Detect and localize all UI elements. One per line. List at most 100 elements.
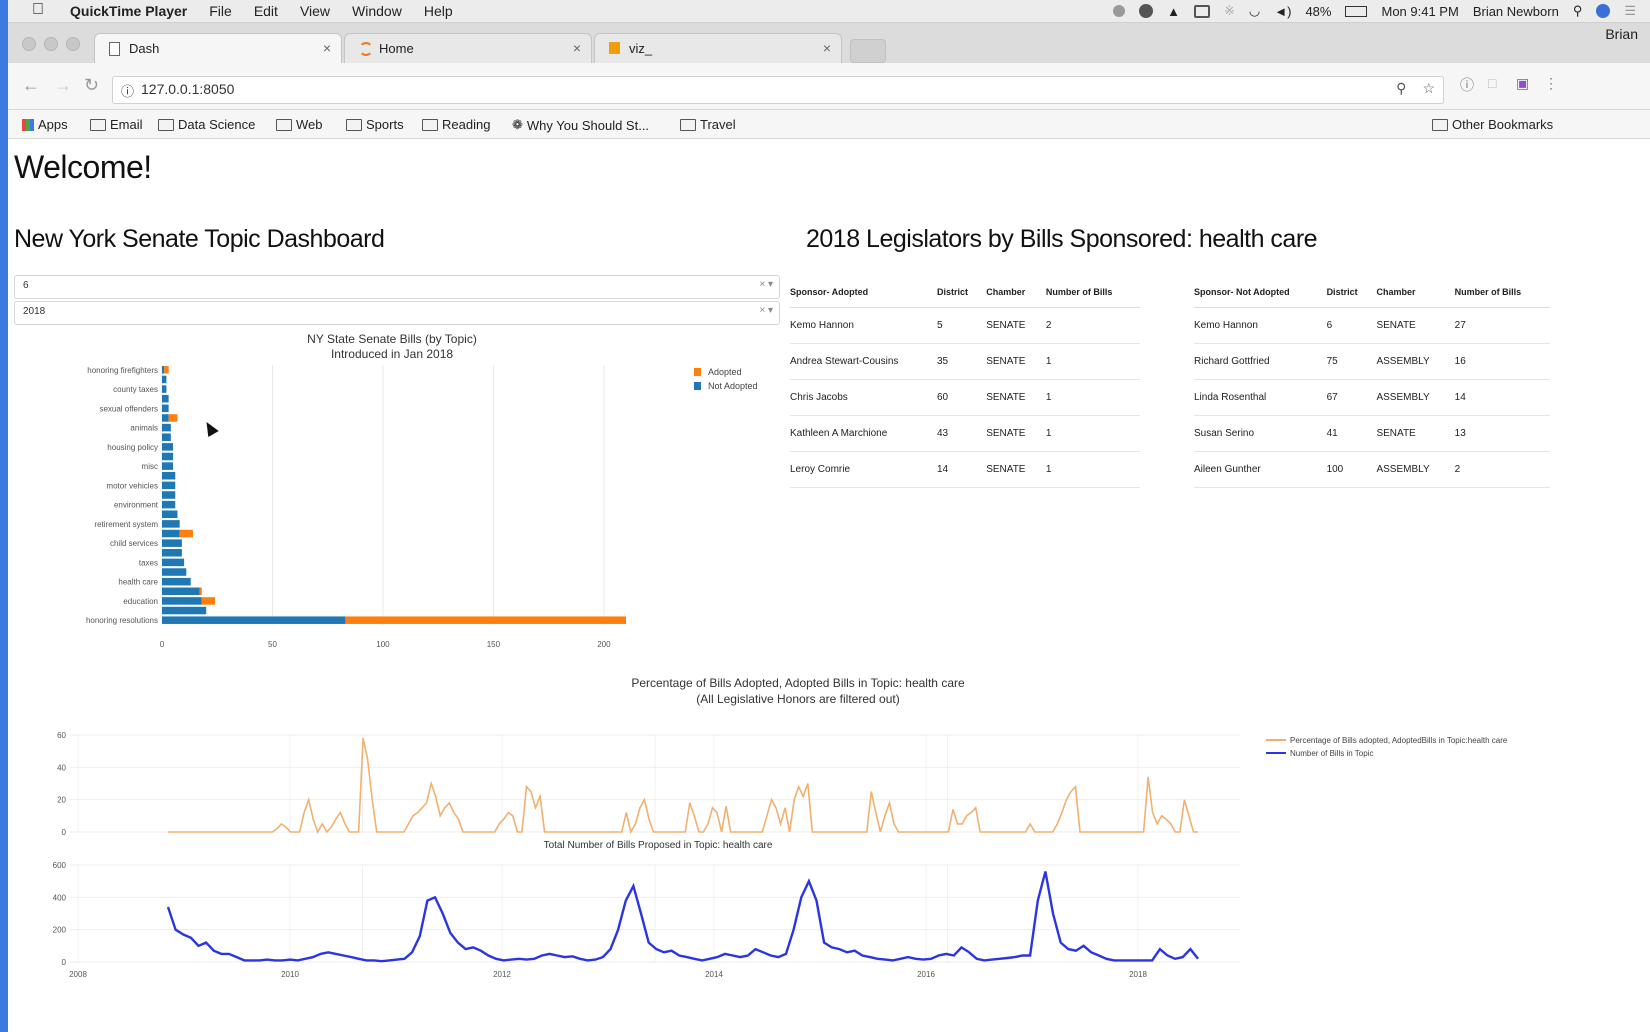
menu-list: QuickTime Player File Edit View Window H… xyxy=(70,3,475,19)
forward-arrow-icon[interactable]: → xyxy=(54,75,72,96)
tab-label: viz_ xyxy=(629,41,653,56)
bar-adopted xyxy=(201,597,216,605)
col-num-bills[interactable]: Number of Bills xyxy=(1454,277,1550,308)
menu-file[interactable]: File xyxy=(209,3,232,19)
tab-dash[interactable]: Dash × xyxy=(94,33,342,64)
zoom-window-button[interactable] xyxy=(66,37,80,51)
bar-not-adopted xyxy=(162,462,174,470)
bookmark-travel[interactable]: Travel xyxy=(680,117,736,132)
bar-not-adopted xyxy=(162,481,176,490)
airplay-icon[interactable] xyxy=(1194,4,1210,18)
x-tick-label: 2010 xyxy=(281,970,299,979)
year-dropdown[interactable]: 2018 × ▾ xyxy=(14,301,780,325)
tab-home[interactable]: Home × xyxy=(344,33,592,64)
menu-edit[interactable]: Edit xyxy=(254,3,278,19)
bookmark-email[interactable]: Email xyxy=(90,117,143,132)
bookmark-label: Web xyxy=(296,117,323,132)
new-tab-button[interactable] xyxy=(850,39,886,63)
siri-icon[interactable] xyxy=(1596,4,1611,18)
dropdown-value: 2018 xyxy=(23,306,46,317)
y-tick-label: health care xyxy=(118,578,158,587)
cell-sponsor: Kemo Hannon xyxy=(790,307,937,344)
x-tick-label: 2012 xyxy=(493,970,511,979)
col-sponsor[interactable]: Sponsor- Adopted xyxy=(790,277,937,308)
not-adopted-table: Sponsor- Not Adopted District Chamber Nu… xyxy=(1194,277,1550,488)
bookmark-web[interactable]: Web xyxy=(276,117,323,132)
bookmark-apps[interactable]: Apps xyxy=(22,117,68,132)
clear-dropdown-icon[interactable]: × ▾ xyxy=(759,305,773,316)
spotlight-icon[interactable]: ⚲ xyxy=(1573,3,1583,19)
bookmark-reading[interactable]: Reading xyxy=(422,117,490,132)
table-row: Linda Rosenthal 67 ASSEMBLY 14 xyxy=(1194,379,1550,416)
extension-icon[interactable]: □ xyxy=(1488,75,1496,91)
close-tab-icon[interactable]: × xyxy=(823,40,831,56)
user-name[interactable]: Brian Newborn xyxy=(1473,4,1559,19)
extension-icon[interactable]: ⓘ xyxy=(1460,75,1474,95)
menu-app-name[interactable]: QuickTime Player xyxy=(70,3,187,19)
wifi-icon[interactable]: ◡ xyxy=(1249,3,1260,19)
table-row: Andrea Stewart-Cousins 35 SENATE 1 xyxy=(790,343,1140,380)
reload-icon[interactable]: ↻ xyxy=(84,75,99,96)
close-tab-icon[interactable]: × xyxy=(573,40,581,56)
tab-bar: Dash × Home × viz_ × xyxy=(8,23,1650,64)
extension-icon[interactable]: ▣ xyxy=(1516,75,1529,92)
bookmark-why[interactable]: ❁ Why You Should St... xyxy=(512,117,649,133)
cell-chamber: SENATE xyxy=(986,451,1046,488)
col-district[interactable]: District xyxy=(936,277,987,308)
record-icon[interactable] xyxy=(1113,5,1126,17)
cell-district: 6 xyxy=(1326,307,1377,344)
search-icon[interactable]: ⚲ xyxy=(1396,80,1406,97)
apple-icon[interactable]:  xyxy=(32,1,44,19)
url-text[interactable]: 127.0.0.1:8050 xyxy=(141,81,234,97)
col-chamber[interactable]: Chamber xyxy=(1376,277,1455,308)
menu-kebab-icon[interactable]: ⋮ xyxy=(1544,75,1558,92)
cell-sponsor: Chris Jacobs xyxy=(790,379,937,416)
folder-icon xyxy=(346,118,362,131)
bar-not-adopted xyxy=(162,414,169,422)
bookmark-sports[interactable]: Sports xyxy=(346,117,404,132)
bar-not-adopted xyxy=(162,549,182,557)
circle-icon[interactable] xyxy=(1139,4,1154,18)
menu-window[interactable]: Window xyxy=(352,3,402,19)
x-tick-label: 2018 xyxy=(1129,970,1147,979)
table-row: Kathleen A Marchione 43 SENATE 1 xyxy=(790,415,1140,452)
y-tick-label: retirement system xyxy=(94,520,158,529)
profile-name[interactable]: Brian xyxy=(1605,26,1638,42)
flame-icon[interactable]: ▲ xyxy=(1167,4,1180,19)
bluetooth-icon[interactable]: ※ xyxy=(1224,3,1235,19)
menu-view[interactable]: View xyxy=(300,3,330,19)
col-district[interactable]: District xyxy=(1326,277,1377,308)
battery-icon[interactable] xyxy=(1345,5,1368,17)
bar-not-adopted xyxy=(162,558,185,567)
bookmark-other[interactable]: Other Bookmarks xyxy=(1432,117,1553,132)
volume-icon[interactable]: ◄) xyxy=(1274,4,1291,19)
back-arrow-icon[interactable]: ← xyxy=(22,75,40,96)
apps-grid-icon xyxy=(22,118,34,131)
series-line xyxy=(168,738,1198,835)
screen:  QuickTime Player File Edit View Window… xyxy=(8,0,1650,1032)
col-num-bills[interactable]: Number of Bills xyxy=(1045,277,1140,308)
bookmark-data-science[interactable]: Data Science xyxy=(158,117,255,132)
col-chamber[interactable]: Chamber xyxy=(986,277,1046,308)
notebook-icon xyxy=(609,42,620,54)
notification-center-icon[interactable]: ☰ xyxy=(1624,3,1636,19)
info-icon[interactable]: ⓘ xyxy=(121,81,134,100)
legend-swatch-not-adopted xyxy=(694,382,701,390)
tab-viz[interactable]: viz_ × xyxy=(594,33,842,64)
legend-label: Not Adopted xyxy=(708,381,758,391)
star-icon[interactable]: ☆ xyxy=(1422,80,1435,97)
address-bar[interactable]: ⓘ 127.0.0.1:8050 ⚲ ☆ xyxy=(112,76,1444,104)
clock[interactable]: Mon 9:41 PM xyxy=(1381,4,1458,19)
legend-label: Number of Bills in Topic xyxy=(1290,749,1373,758)
topic-dropdown[interactable]: 6 × ▾ xyxy=(14,275,780,299)
page-icon xyxy=(109,42,120,56)
menu-help[interactable]: Help xyxy=(424,3,453,19)
col-sponsor[interactable]: Sponsor- Not Adopted xyxy=(1194,277,1327,308)
y-tick-label: 20 xyxy=(57,796,66,805)
close-window-button[interactable] xyxy=(22,37,36,51)
close-tab-icon[interactable]: × xyxy=(323,40,331,56)
chart-subtitle: Introduced in Jan 2018 xyxy=(331,347,453,361)
cell-sponsor: Aileen Gunther xyxy=(1194,451,1327,488)
minimize-window-button[interactable] xyxy=(44,37,58,51)
clear-dropdown-icon[interactable]: × ▾ xyxy=(759,279,773,290)
